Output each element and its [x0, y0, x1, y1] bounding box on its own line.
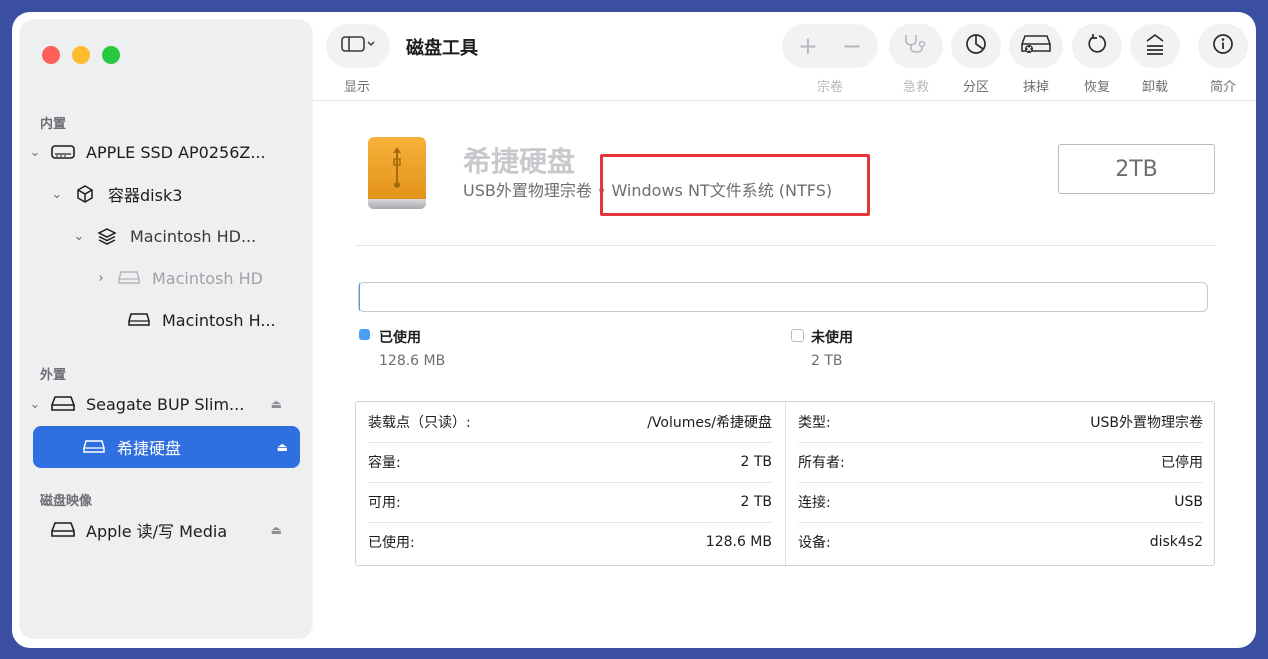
view-button[interactable] [326, 24, 390, 68]
info-row: 已使用: 128.6 MB [368, 534, 772, 551]
sidebar-item-apple-ssd[interactable]: ⌄ APPLE SSD AP0256Z... [28, 132, 294, 172]
info-row: 可用: 2 TB [368, 482, 772, 523]
drive-base [368, 199, 426, 209]
info-row: 设备: disk4s2 [798, 534, 1203, 551]
volume-label: 宗卷 [816, 80, 843, 95]
zoom-window-button[interactable] [102, 46, 120, 64]
info-column-left: 装载点（只读）:/Volumes/希捷硬盘 容量: 2 TB 可用: 2 TB 已使… [356, 402, 784, 565]
plus-icon[interactable]: + [798, 32, 818, 60]
info-label: 简介 [1209, 80, 1236, 95]
chevron-right-icon[interactable]: › [94, 271, 108, 286]
toolbar: 显示 磁盘工具 + − 宗卷 急救 分区 抹掉 恢复 卸载 简介 [312, 12, 1256, 101]
volume-size: 2TB [1058, 144, 1215, 194]
free-legend-label: 未使用 [811, 330, 853, 346]
restore-label: 恢复 [1083, 80, 1110, 95]
volume-name: 希捷硬盘 [463, 145, 576, 178]
app-title: 磁盘工具 [406, 38, 478, 59]
eject-icon[interactable]: ⏏ [277, 440, 288, 454]
sidebar-item-label: 容器disk3 [108, 186, 183, 205]
sidebar-item-seagate[interactable]: ⌄ Seagate BUP Slim... ⏏ [28, 384, 294, 424]
sidebar-item-label: Seagate BUP Slim... [86, 394, 245, 414]
restore-icon [1086, 33, 1108, 59]
sidebar-item-macintosh-hd[interactable]: › Macintosh HD [94, 258, 294, 298]
unmount-button[interactable] [1130, 24, 1180, 68]
volume-add-remove-button[interactable]: + − [782, 24, 878, 68]
sidebar-item-label: Macintosh HD... [130, 226, 257, 246]
used-value: 128.6 MB [379, 353, 446, 369]
info-button[interactable] [1198, 24, 1248, 68]
usage-bar [358, 282, 1208, 312]
partition-button[interactable] [951, 24, 1001, 68]
info-row: 装载点（只读）:/Volumes/希捷硬盘 [368, 402, 772, 443]
sidebar-item-xijie-drive[interactable]: 希捷硬盘 ⏏ [33, 426, 300, 468]
first-aid-label: 急救 [902, 80, 929, 95]
chevron-down-icon[interactable]: ⌄ [50, 187, 64, 202]
erase-button[interactable] [1009, 24, 1063, 68]
image-disk-icon [50, 521, 76, 539]
info-row: 类型: USB外置物理宗卷 [798, 402, 1203, 443]
chevron-down-icon[interactable]: ⌄ [28, 397, 42, 412]
used-legend-swatch [359, 329, 370, 340]
info-icon [1212, 33, 1234, 59]
minimize-window-button[interactable] [72, 46, 90, 64]
highlight-box [600, 154, 870, 216]
close-window-button[interactable] [42, 46, 60, 64]
disk-utility-window: 内置 ⌄ APPLE SSD AP0256Z... ⌄ 容器disk3 ⌄ Ma… [12, 12, 1256, 648]
info-row: 连接: USB [798, 482, 1203, 523]
view-label: 显示 [343, 80, 370, 95]
sidebar-item-label: Apple 读/写 Media [86, 522, 228, 541]
sidebar-toggle-icon [341, 35, 375, 57]
free-legend-swatch [791, 329, 804, 342]
sidebar-item-label: 希捷硬盘 [117, 439, 182, 458]
sidebar-item-container[interactable]: ⌄ 容器disk3 [50, 174, 294, 214]
external-disk-icon [50, 395, 76, 413]
internal-disk-icon [50, 143, 76, 161]
volume-icon [116, 269, 142, 287]
sidebar-item-label: Macintosh H... [162, 310, 276, 330]
stethoscope-icon [902, 33, 930, 59]
minus-icon[interactable]: − [842, 32, 862, 60]
info-row: 所有者: 已停用 [798, 442, 1203, 483]
container-icon [72, 185, 98, 203]
sidebar: 内置 ⌄ APPLE SSD AP0256Z... ⌄ 容器disk3 ⌄ Ma… [20, 20, 312, 638]
erase-disk-icon [1021, 34, 1051, 58]
info-row: 容量: 2 TB [368, 442, 772, 483]
info-table: 装载点（只读）:/Volumes/希捷硬盘 容量: 2 TB 可用: 2 TB 已使… [355, 401, 1215, 566]
restore-button[interactable] [1072, 24, 1122, 68]
sidebar-item-macintosh-hd-group[interactable]: ⌄ Macintosh HD... [72, 216, 294, 256]
section-internal: 内置 [40, 117, 67, 132]
eject-icon[interactable]: ⏏ [271, 523, 282, 537]
eject-icon[interactable]: ⏏ [271, 397, 282, 411]
sidebar-item-label: Macintosh HD [152, 268, 263, 288]
volume-icon [81, 438, 107, 456]
unmount-label: 卸载 [1141, 80, 1168, 95]
chevron-down-icon[interactable]: ⌄ [28, 145, 42, 160]
partition-label: 分区 [962, 80, 989, 95]
sidebar-item-apple-media[interactable]: Apple 读/写 Media ⏏ [28, 510, 294, 550]
sidebar-item-label: APPLE SSD AP0256Z... [86, 142, 266, 162]
pie-chart-icon [965, 33, 987, 59]
volume-icon [126, 311, 152, 329]
section-disk-images: 磁盘映像 [40, 494, 93, 509]
divider [355, 245, 1215, 246]
layers-icon [94, 227, 120, 245]
free-value: 2 TB [811, 353, 843, 369]
used-legend-label: 已使用 [379, 330, 421, 346]
unmount-icon [1144, 32, 1166, 60]
erase-label: 抹掉 [1022, 80, 1049, 95]
info-column-right: 类型: USB外置物理宗卷 所有者: 已停用 连接: USB 设备: disk4s2 [785, 402, 1215, 565]
section-external: 外置 [40, 368, 67, 383]
first-aid-button[interactable] [889, 24, 943, 68]
sidebar-item-macintosh-h-data[interactable]: Macintosh H... [108, 300, 294, 340]
chevron-down-icon[interactable]: ⌄ [72, 229, 86, 244]
